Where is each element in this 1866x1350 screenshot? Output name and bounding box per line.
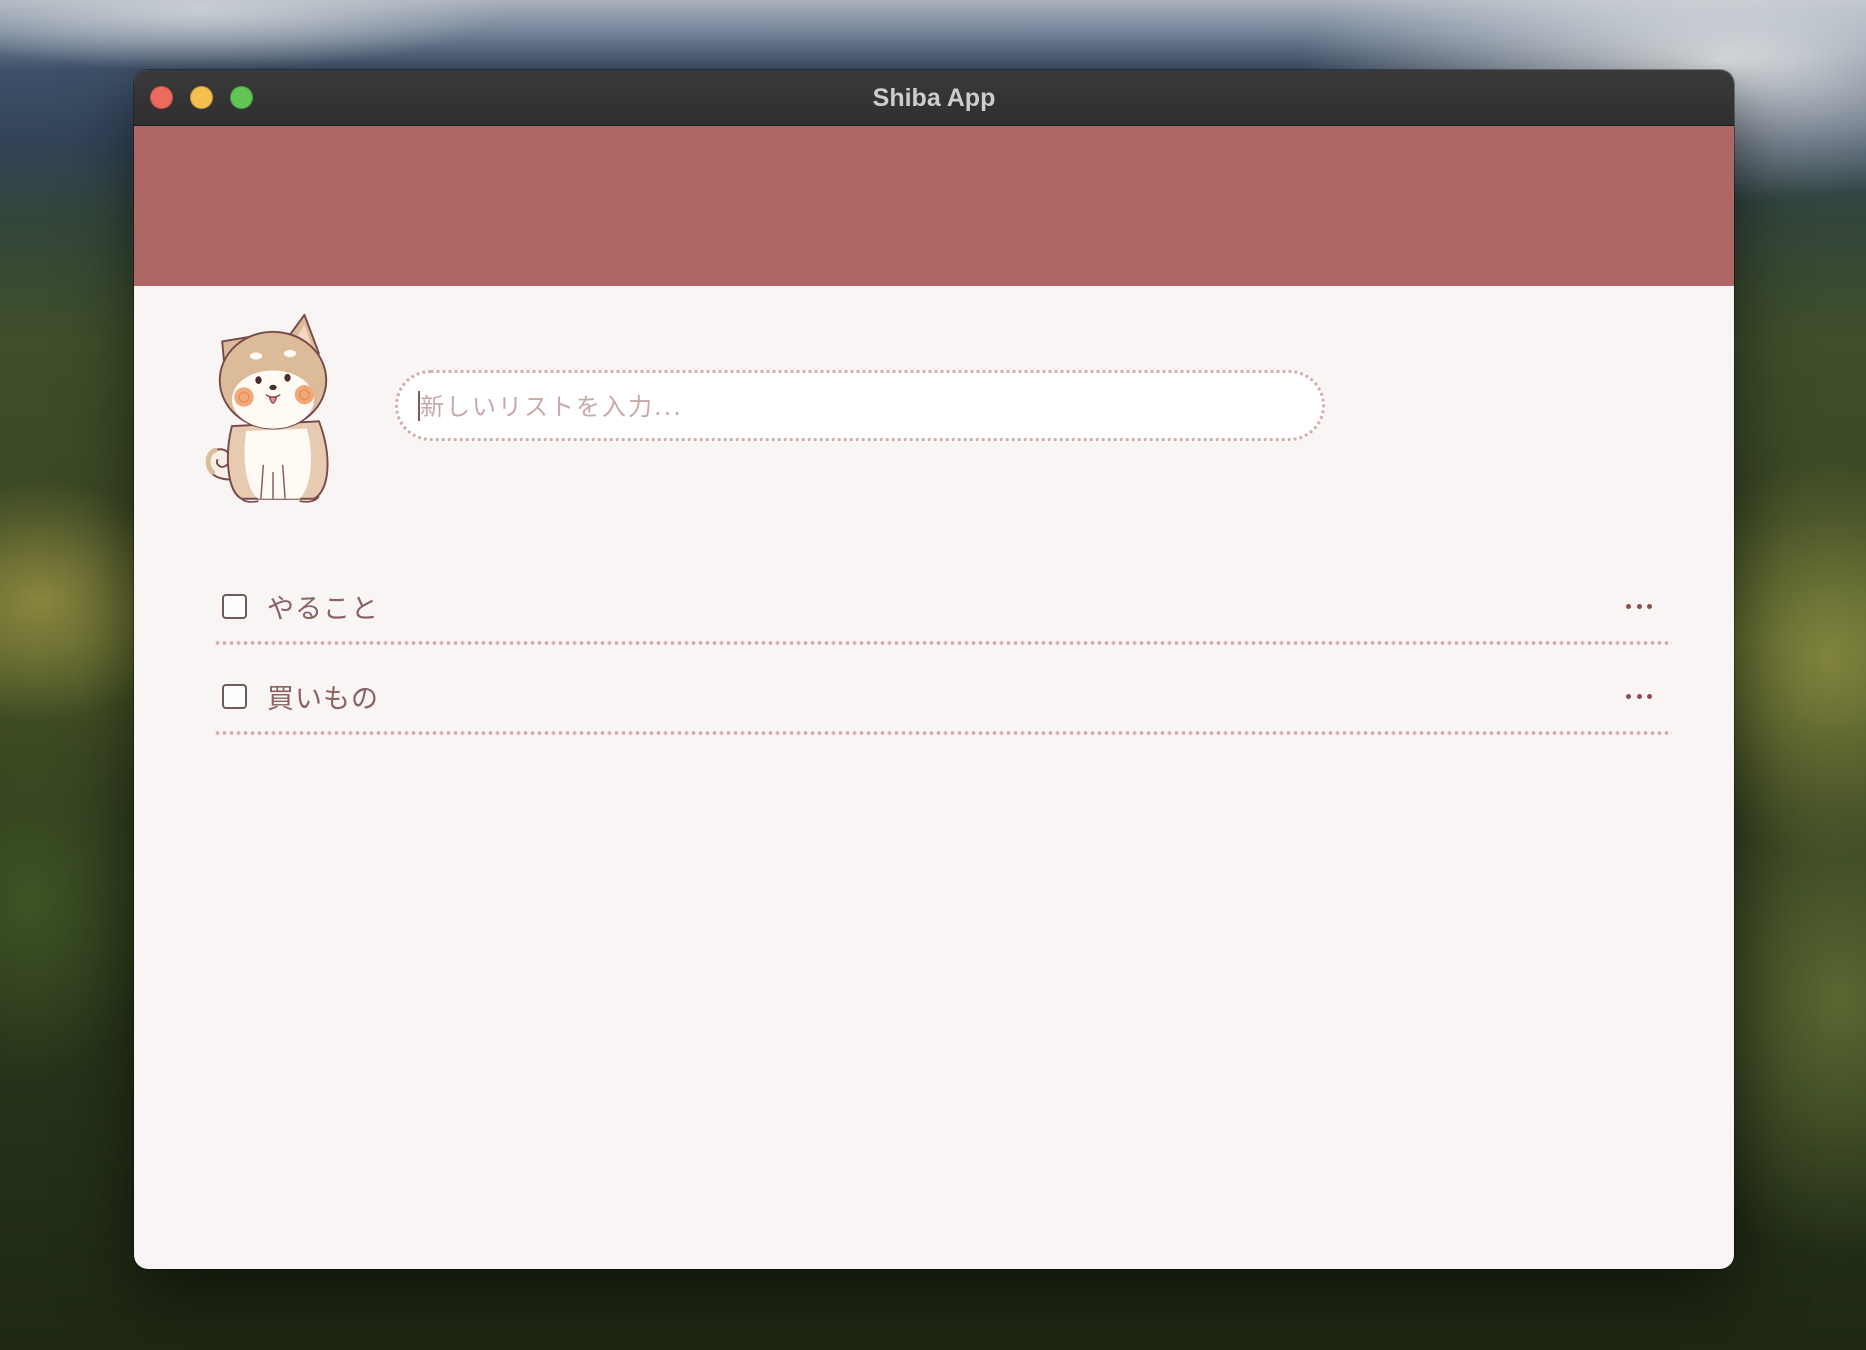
list-item-checkbox[interactable]: [222, 593, 247, 619]
more-horizontal-icon[interactable]: [1626, 657, 1652, 735]
list-item-label[interactable]: 買いもの: [267, 677, 379, 716]
new-list-input[interactable]: [418, 373, 1302, 440]
list-item-label[interactable]: やること: [267, 587, 379, 626]
shiba-dog-illustration: [205, 313, 329, 503]
title-bar[interactable]: Shiba App: [134, 70, 1734, 126]
list-item-checkbox[interactable]: [222, 683, 247, 709]
app-window: Shiba App 新しいリストを入力... やること 買いもの: [134, 70, 1734, 1269]
header-banner: [134, 126, 1734, 286]
new-list-input-container: [395, 370, 1325, 441]
list-container: やること 買いもの: [214, 555, 1672, 735]
window-title: Shiba App: [872, 84, 996, 112]
more-horizontal-icon[interactable]: [1626, 567, 1652, 645]
list-item[interactable]: 買いもの: [214, 645, 1672, 735]
text-cursor: [418, 391, 420, 421]
list-item[interactable]: やること: [214, 555, 1672, 645]
